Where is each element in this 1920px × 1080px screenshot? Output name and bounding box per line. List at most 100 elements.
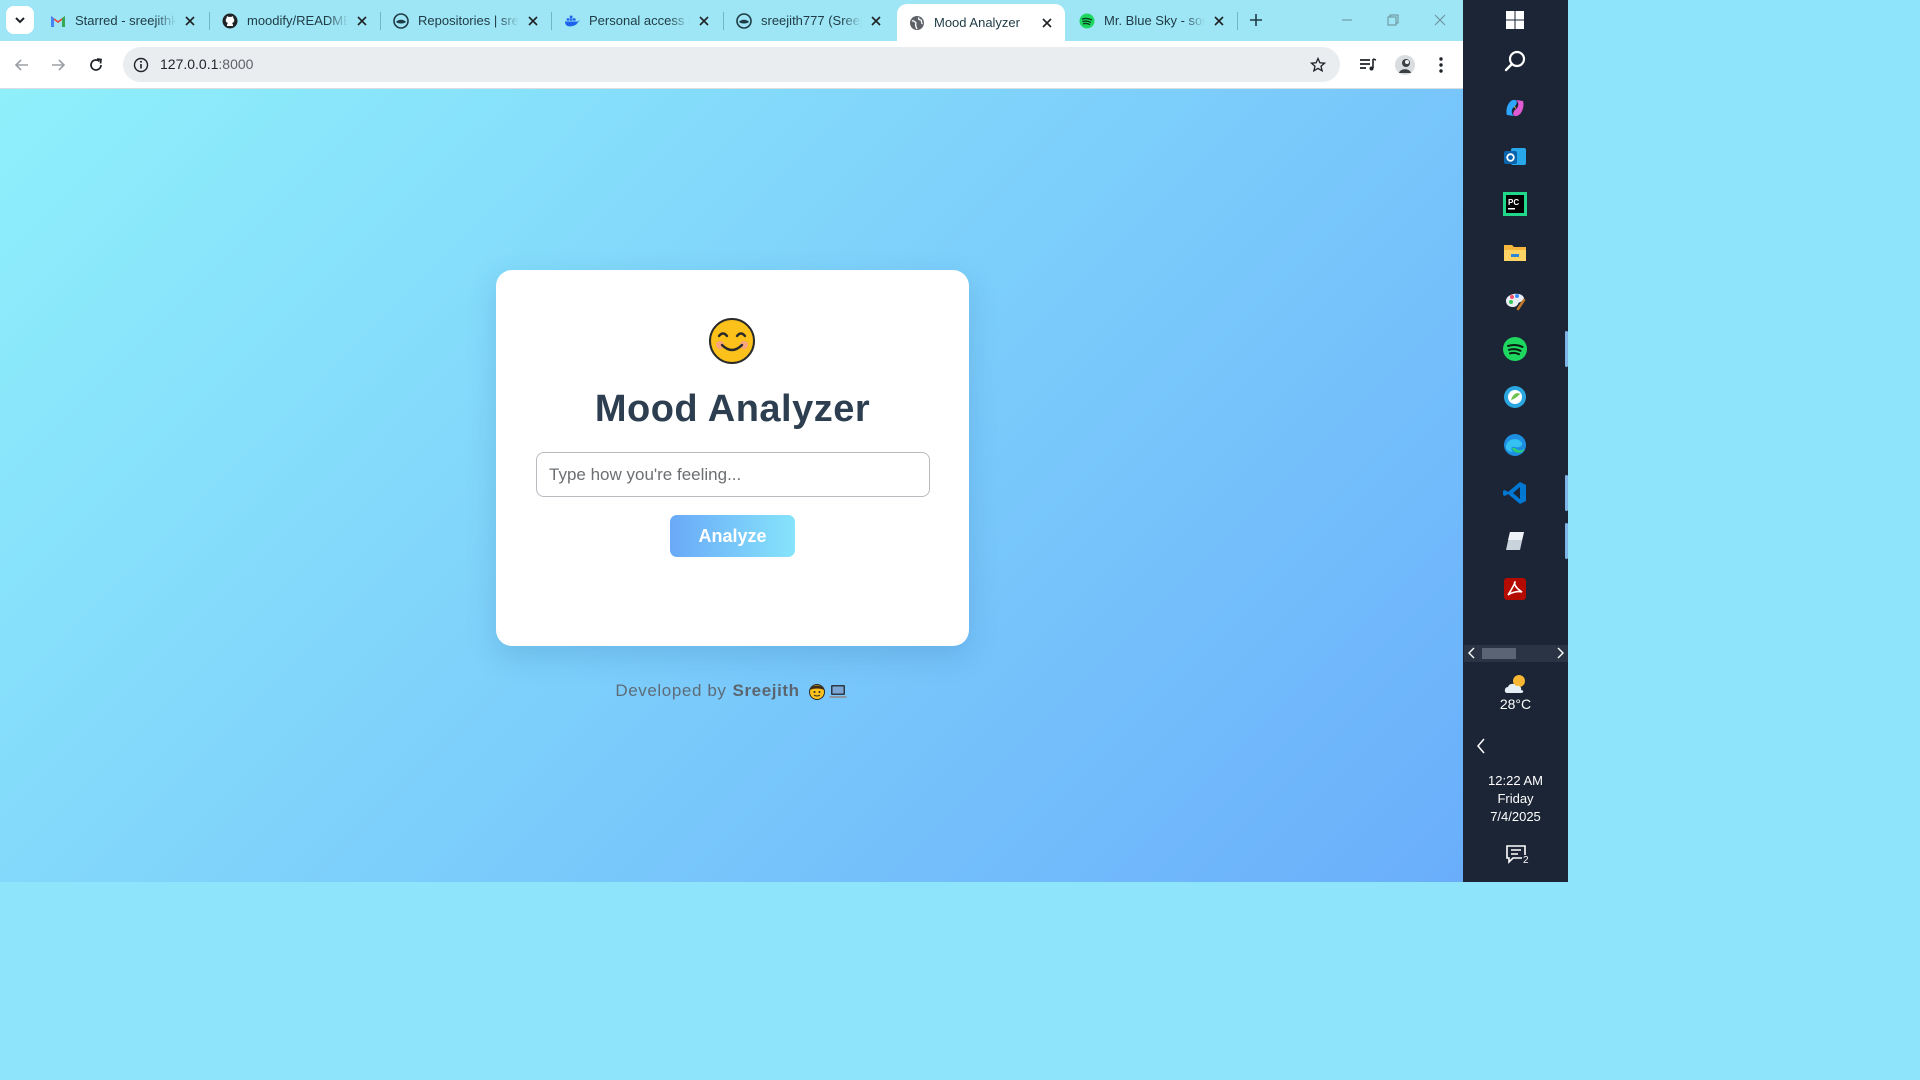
taskbar-edge[interactable] xyxy=(1499,429,1531,461)
tab-github[interactable]: moodify/README xyxy=(210,5,380,36)
tab-title: Starred - sreejithk xyxy=(75,13,176,28)
back-button[interactable] xyxy=(8,51,36,79)
forward-button[interactable] xyxy=(44,51,72,79)
close-icon[interactable] xyxy=(868,13,884,29)
tab-strip: Starred - sreejithk moodify/README Repos… xyxy=(0,0,1463,41)
taskbar-photos[interactable] xyxy=(1499,381,1531,413)
page-background: Mood Analyzer Analyze Developed by Sreej… xyxy=(0,89,1463,882)
taskbar-acrobat[interactable] xyxy=(1499,573,1531,605)
site-info-icon[interactable] xyxy=(131,55,151,75)
restore-icon xyxy=(1387,14,1399,26)
bookmark-star-icon[interactable] xyxy=(1308,55,1328,75)
clock[interactable]: 12:22 AM Friday 7/4/2025 xyxy=(1463,772,1568,826)
docker-hub-icon xyxy=(393,12,409,29)
close-icon[interactable] xyxy=(354,13,370,29)
mood-input[interactable] xyxy=(536,452,930,497)
spotify-icon xyxy=(1503,337,1527,361)
pycharm-icon: PC xyxy=(1503,192,1527,216)
close-window-button[interactable] xyxy=(1417,6,1463,34)
windows-start-button[interactable] xyxy=(1499,4,1531,36)
chevron-left-icon[interactable] xyxy=(1467,647,1477,659)
plus-icon xyxy=(1250,14,1262,26)
tab-docker-profile[interactable]: sreejith777 (Sreeji xyxy=(724,5,894,36)
profile-avatar[interactable] xyxy=(1393,53,1417,77)
footer: Developed by Sreejith xyxy=(0,681,1463,701)
clock-time: 12:22 AM xyxy=(1488,773,1543,788)
docker-hub-icon xyxy=(736,12,752,29)
url-host: 127.0.0.1 xyxy=(160,56,219,72)
tab-docker-repositories[interactable]: Repositories | sree xyxy=(381,5,551,36)
notification-center-button[interactable]: 2 xyxy=(1463,843,1568,870)
browser-menu-button[interactable] xyxy=(1429,53,1453,77)
acrobat-icon xyxy=(1504,578,1526,600)
reload-icon xyxy=(90,58,102,71)
close-icon[interactable] xyxy=(525,13,541,29)
close-icon[interactable] xyxy=(1211,13,1227,29)
taskbar-pycharm[interactable]: PC xyxy=(1499,188,1531,220)
taskbar-search-button[interactable] xyxy=(1499,45,1531,77)
tab-personal-access-tokens[interactable]: Personal access to xyxy=(552,5,722,36)
windows-start-icon xyxy=(1506,11,1524,29)
address-bar[interactable]: 127.0.0.1:8000 xyxy=(123,47,1340,82)
active-app-indicator xyxy=(1565,475,1568,511)
photos-icon xyxy=(1504,386,1526,408)
show-hidden-icons-button[interactable] xyxy=(1463,737,1568,758)
taskbar-file-explorer[interactable] xyxy=(1499,236,1531,268)
copilot-icon xyxy=(1506,99,1524,117)
file-explorer-icon xyxy=(1504,245,1526,261)
url-text[interactable]: 127.0.0.1:8000 xyxy=(160,56,253,72)
tab-title: Repositories | sree xyxy=(418,13,519,28)
analyze-button[interactable]: Analyze xyxy=(670,515,795,557)
minimize-button[interactable] xyxy=(1324,6,1370,34)
more-vertical-icon xyxy=(1439,57,1443,73)
laptop-icon xyxy=(828,685,847,698)
tab-separator xyxy=(1237,12,1238,30)
close-icon[interactable] xyxy=(1039,15,1055,31)
paint-icon xyxy=(1506,293,1526,311)
gmail-icon xyxy=(50,13,66,29)
chevron-right-icon[interactable] xyxy=(1555,647,1565,659)
eraser-app-icon xyxy=(1506,532,1524,550)
taskbar-paint[interactable] xyxy=(1499,284,1531,316)
tab-title: sreejith777 (Sreeji xyxy=(761,13,862,28)
close-icon[interactable] xyxy=(696,13,712,29)
chevron-left-icon xyxy=(1476,738,1485,754)
active-app-indicator xyxy=(1565,331,1568,367)
close-icon[interactable] xyxy=(182,13,198,29)
minimize-icon xyxy=(1342,19,1352,21)
media-control-button[interactable] xyxy=(1356,53,1380,77)
clock-date: 7/4/2025 xyxy=(1490,809,1541,824)
taskbar-spotify[interactable] xyxy=(1499,333,1531,365)
partly-cloudy-icon xyxy=(1504,675,1525,693)
close-icon xyxy=(1434,14,1446,26)
smiling-face-icon xyxy=(709,318,755,364)
tab-gmail[interactable]: Starred - sreejithk xyxy=(38,5,208,36)
outlook-icon xyxy=(1504,148,1526,165)
active-app-indicator xyxy=(1565,523,1568,559)
mood-card: Mood Analyzer Analyze xyxy=(496,270,969,646)
new-tab-button[interactable] xyxy=(1244,8,1268,32)
taskbar-copilot[interactable] xyxy=(1499,92,1531,124)
reload-button[interactable] xyxy=(82,51,110,79)
tab-search-button[interactable] xyxy=(6,6,34,34)
tab-spotify[interactable]: Mr. Blue Sky - son xyxy=(1067,5,1237,36)
weather-widget[interactable]: 28°C xyxy=(1463,673,1568,712)
taskbar-scrollbar[interactable] xyxy=(1464,645,1568,662)
tab-mood-analyzer[interactable]: Mood Analyzer xyxy=(897,4,1065,41)
docker-whale-icon xyxy=(564,13,580,29)
arrow-left-icon xyxy=(14,59,28,71)
scrollbar-thumb[interactable] xyxy=(1482,648,1516,659)
globe-icon xyxy=(909,15,925,31)
edge-icon xyxy=(1504,434,1526,456)
tab-title: moodify/README xyxy=(247,13,348,28)
search-icon xyxy=(1504,50,1526,72)
chevron-down-icon xyxy=(15,17,25,24)
restore-button[interactable] xyxy=(1370,6,1416,34)
browser-toolbar: 127.0.0.1:8000 xyxy=(0,41,1463,89)
taskbar-outlook[interactable] xyxy=(1499,141,1531,173)
vscode-icon xyxy=(1503,482,1526,504)
taskbar-vscode[interactable] xyxy=(1499,477,1531,509)
clock-day: Friday xyxy=(1497,791,1534,806)
footer-author: Sreejith xyxy=(732,681,800,700)
taskbar-eraser-app[interactable] xyxy=(1499,525,1531,557)
